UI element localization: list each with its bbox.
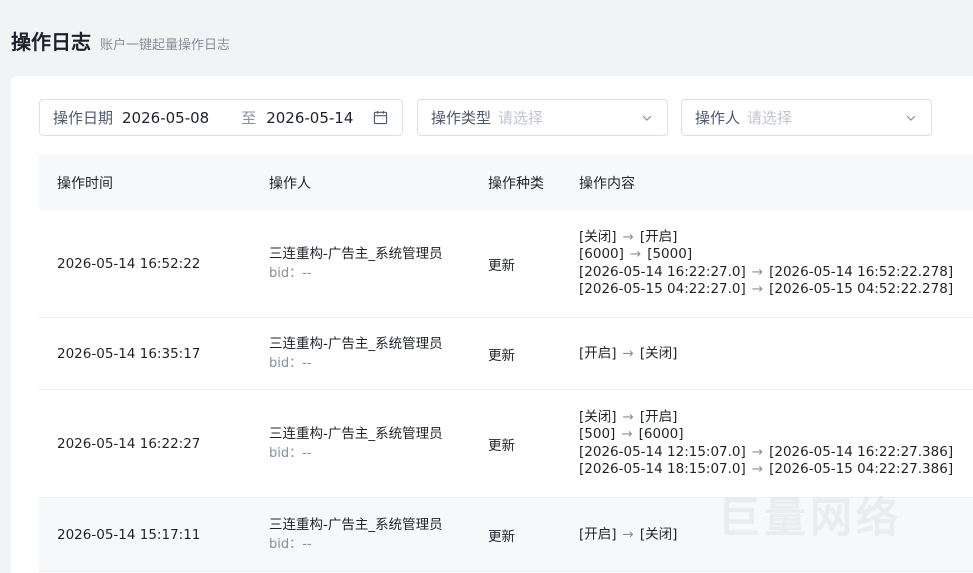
operator-bid: bid：-- [269, 265, 312, 281]
change-line: [开启] → [关闭] [579, 345, 677, 363]
operator-bid: bid：-- [269, 445, 312, 461]
change-from: [开启] [579, 344, 617, 361]
operation-kind: 更新 [488, 257, 515, 274]
change-from: [2026-05-14 18:15:07.0] [579, 461, 746, 477]
change-line: [2026-05-15 04:22:27.0] → [2026-05-15 04:5… [579, 281, 953, 299]
operator-select[interactable]: 操作人 请选择 [681, 99, 932, 136]
change-from: [2026-05-14 12:15:07.0] [579, 443, 746, 460]
operator-name: 三连重构-广告主_系统管理员 [269, 516, 443, 533]
operation-content: [关闭] → [开启] [500] → [6000] [2026-05-14 12:15:0… [579, 409, 953, 479]
operation-content: [关闭] → [开启] [6000] → [5000] [2026-05-14 16:22:… [579, 229, 953, 299]
change-line: [6000] → [5000] [579, 246, 953, 264]
operator-bid: bid：-- [269, 536, 312, 552]
type-filter-label: 操作类型 [431, 109, 492, 127]
date-range-picker[interactable]: 操作日期 2026-05-08 至 2026-05-14 [39, 99, 403, 136]
change-to: [开启] [639, 228, 678, 245]
table-row: 2026-05-14 16:35:17 三连重构-广告主_系统管理员 bid：-- 更… [39, 318, 973, 390]
operator-name: 三连重构-广告主_系统管理员 [269, 335, 443, 352]
change-from: [开启] [579, 525, 617, 542]
change-to: [关闭] [639, 344, 678, 361]
operator-name: 三连重构-广告主_系统管理员 [269, 245, 443, 262]
operation-type-select[interactable]: 操作类型 请选择 [417, 99, 668, 136]
user-filter-label: 操作人 [695, 109, 741, 127]
change-to: [2026-05-14 16:52:22.278] [769, 263, 954, 280]
operator-cell: 三连重构-广告主_系统管理员 bid：-- [269, 424, 443, 464]
arrow-right-icon: → [621, 426, 633, 442]
table-row: 2026-05-14 16:52:22 三连重构-广告主_系统管理员 bid：-- 更… [39, 210, 973, 318]
column-header-content: 操作内容 [579, 176, 635, 192]
operation-time: 2026-05-14 15:17:11 [57, 526, 201, 543]
table-header: 操作时间 操作人 操作种类 操作内容 [39, 154, 973, 210]
change-to: [2026-05-14 16:22:27.386] [769, 443, 954, 460]
column-header-kind: 操作种类 [488, 176, 544, 192]
arrow-right-icon: → [622, 228, 634, 245]
operation-time: 2026-05-14 16:35:17 [57, 345, 201, 362]
change-line: [2026-05-14 12:15:07.0] → [2026-05-14 16:2… [579, 444, 953, 462]
operation-content: [开启] → [关闭] [579, 526, 677, 544]
date-start-input[interactable]: 2026-05-08 [122, 109, 209, 127]
arrow-right-icon: → [622, 525, 634, 542]
arrow-right-icon: → [751, 263, 764, 280]
change-line: [500] → [6000] [579, 426, 953, 444]
calendar-icon[interactable] [373, 110, 388, 125]
change-line: [开启] → [关闭] [579, 526, 677, 544]
column-header-time: 操作时间 [57, 176, 113, 192]
change-from: [500] [579, 426, 616, 442]
user-filter-placeholder: 请选择 [747, 109, 793, 127]
operator-cell: 三连重构-广告主_系统管理员 bid：-- [269, 334, 443, 374]
operator-cell: 三连重构-广告主_系统管理员 bid：-- [269, 244, 443, 284]
operation-kind: 更新 [488, 347, 515, 364]
page-subtitle: 账户一键起量操作日志 [100, 38, 231, 53]
arrow-right-icon: → [629, 246, 642, 262]
operator-bid: bid：-- [269, 355, 312, 371]
change-from: [关闭] [579, 408, 617, 425]
change-line: [关闭] → [开启] [579, 409, 953, 427]
change-from: [关闭] [579, 228, 617, 245]
arrow-right-icon: → [751, 461, 764, 477]
change-to: [2026-05-15 04:22:27.386] [769, 461, 954, 477]
change-from: [2026-05-14 16:22:27.0] [579, 263, 746, 280]
page-title: 操作日志 [11, 30, 91, 54]
date-filter-label: 操作日期 [53, 109, 114, 127]
table-row: 2026-05-14 16:22:27 三连重构-广告主_系统管理员 bid：-- 更… [39, 390, 973, 498]
operation-kind: 更新 [488, 437, 515, 454]
operator-cell: 三连重构-广告主_系统管理员 bid：-- [269, 515, 443, 555]
change-line: [关闭] → [开启] [579, 229, 953, 247]
date-end-input[interactable]: 2026-05-14 [266, 109, 353, 127]
change-from: [6000] [579, 246, 624, 262]
type-filter-placeholder: 请选择 [498, 109, 544, 127]
arrow-right-icon: → [622, 408, 634, 425]
chevron-down-icon [642, 115, 652, 121]
chevron-down-icon [906, 115, 916, 121]
operation-time: 2026-05-14 16:52:22 [57, 255, 201, 272]
change-to: [6000] [638, 426, 684, 442]
change-to: [5000] [647, 246, 693, 262]
page-header: 操作日志 账户一键起量操作日志 [11, 26, 230, 54]
arrow-right-icon: → [751, 281, 764, 297]
operation-time: 2026-05-14 16:22:27 [57, 435, 201, 452]
arrow-right-icon: → [622, 344, 634, 361]
change-from: [2026-05-15 04:22:27.0] [579, 281, 746, 297]
change-line: [2026-05-14 16:22:27.0] → [2026-05-14 16:5… [579, 264, 953, 282]
change-to: [关闭] [639, 525, 678, 542]
arrow-right-icon: → [751, 443, 764, 460]
column-header-operator: 操作人 [269, 176, 311, 192]
change-to: [2026-05-15 04:52:22.278] [769, 281, 954, 297]
change-line: [2026-05-14 18:15:07.0] → [2026-05-15 04:2… [579, 461, 953, 479]
operator-name: 三连重构-广告主_系统管理员 [269, 425, 443, 442]
operation-content: [开启] → [关闭] [579, 345, 677, 363]
operation-kind: 更新 [488, 528, 515, 545]
watermark-text: 巨量网络 [718, 493, 903, 542]
date-range-separator: 至 [241, 109, 257, 127]
change-to: [开启] [639, 408, 678, 425]
